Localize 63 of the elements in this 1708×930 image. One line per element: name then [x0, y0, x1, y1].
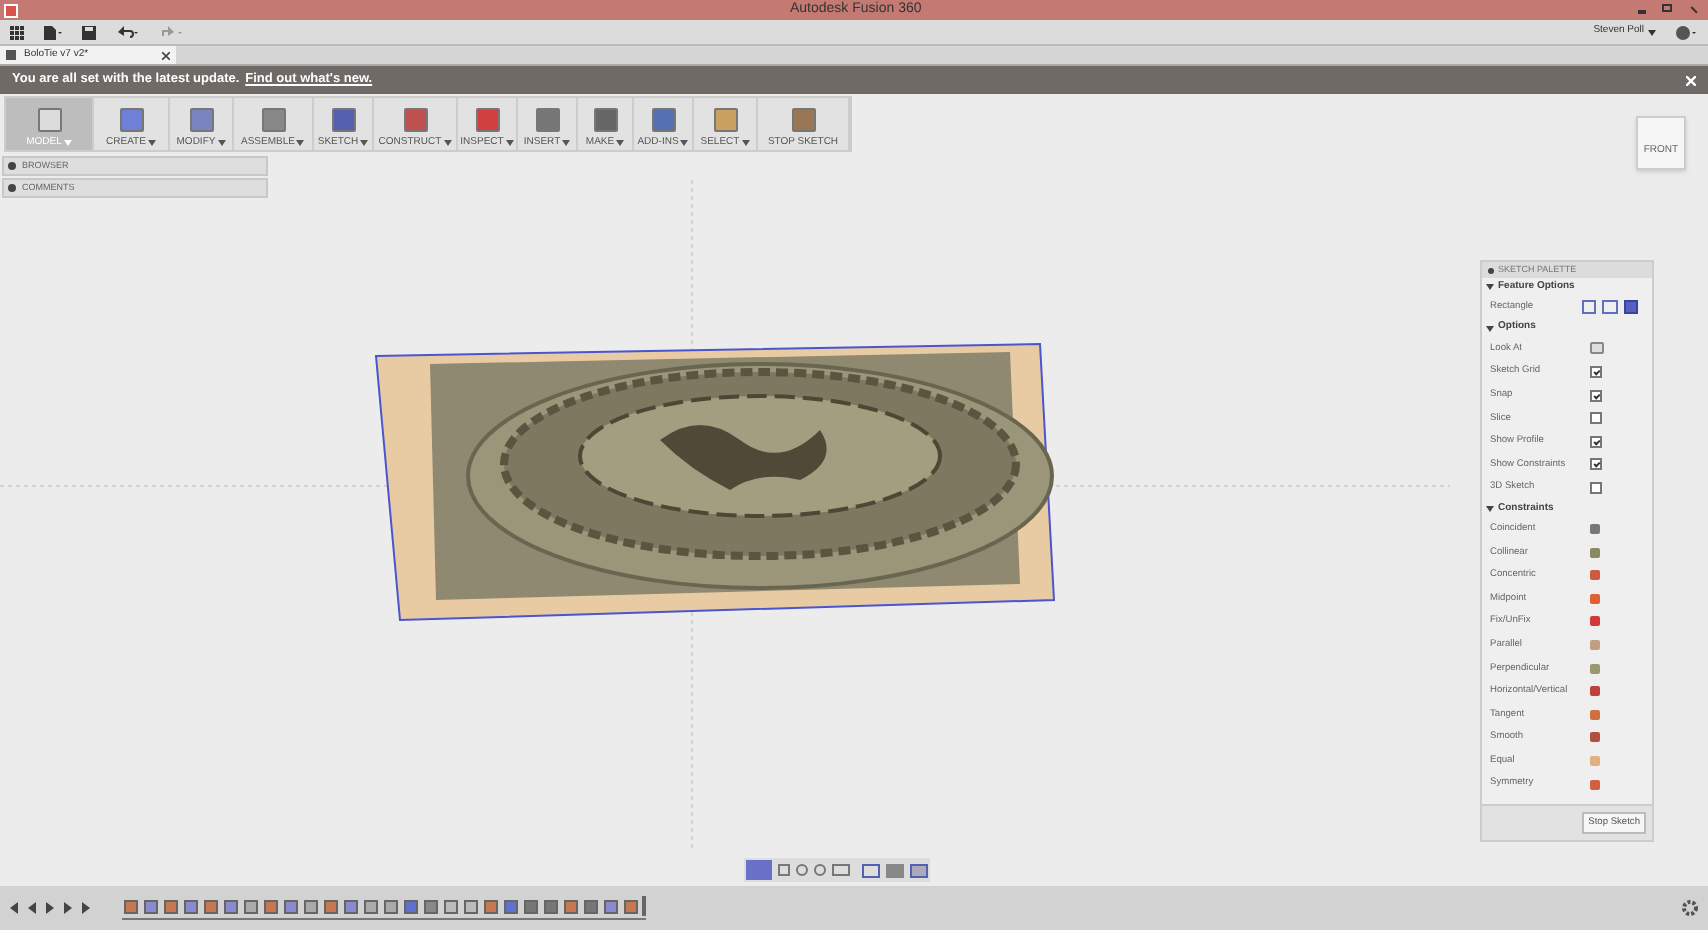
caret-icon[interactable] [616, 139, 625, 145]
timeline-marker-icon[interactable] [642, 896, 646, 916]
toolbar-tool-icon [593, 108, 617, 132]
toolbar-tool-icon [791, 108, 815, 132]
checkbox[interactable] [1590, 412, 1602, 425]
constraint-icon[interactable] [1590, 779, 1600, 790]
constraint-icon[interactable] [1590, 547, 1600, 558]
constraint-icon[interactable] [1590, 686, 1600, 697]
toolbar-tool-icon [261, 108, 285, 132]
undo-icon[interactable] [116, 25, 140, 39]
toolbar-tool-icon [331, 108, 355, 132]
toolbar-tool-icon [37, 108, 61, 132]
gear-icon [1488, 267, 1494, 273]
caret-icon[interactable] [505, 139, 514, 145]
caret-icon[interactable] [1486, 284, 1494, 290]
checkbox[interactable] [1590, 481, 1602, 494]
constraint-icon[interactable] [1590, 570, 1600, 581]
gear-icon [8, 162, 16, 170]
toolbar-tool-icon [535, 108, 559, 132]
caret-icon[interactable] [296, 139, 305, 145]
skip-start-icon[interactable] [10, 902, 18, 914]
play-icon[interactable] [64, 902, 72, 914]
caret-icon[interactable] [147, 139, 156, 145]
caret-icon[interactable] [1486, 325, 1494, 332]
toolbar-tool-icon [651, 108, 675, 132]
checkbox[interactable] [1590, 435, 1602, 448]
toolbar-tool-icon [189, 108, 213, 132]
document-icon [6, 50, 16, 60]
rectangle-type-icon[interactable] [1623, 300, 1638, 315]
constraint-icon[interactable] [1590, 593, 1600, 604]
caret-icon[interactable] [562, 139, 571, 145]
play-back-icon[interactable] [46, 902, 54, 914]
caret-icon[interactable] [443, 139, 452, 145]
constraint-icon[interactable] [1590, 732, 1600, 743]
constraint-icon[interactable] [1590, 524, 1600, 535]
rectangle-type-icon[interactable] [1602, 300, 1618, 315]
rectangle-type-icon[interactable] [1581, 300, 1597, 315]
maximize-icon[interactable] [1662, 4, 1672, 12]
app-logo-icon [4, 3, 18, 17]
caret-icon[interactable] [680, 139, 689, 145]
caret-icon[interactable] [741, 139, 750, 145]
step-back-icon[interactable] [28, 902, 36, 914]
gear-icon [8, 184, 16, 192]
caret-icon[interactable] [217, 139, 226, 145]
toolbar-tool-icon [119, 108, 143, 132]
caret-icon[interactable] [1486, 505, 1494, 512]
checkbox[interactable] [1590, 365, 1602, 378]
save-icon[interactable] [82, 25, 96, 39]
constraint-icon[interactable] [1590, 640, 1600, 651]
toolbar-tool-icon [403, 108, 427, 132]
settings-icon[interactable] [1682, 900, 1698, 916]
file-icon[interactable] [44, 25, 62, 39]
skip-end-icon[interactable] [82, 902, 90, 914]
checkbox[interactable] [1590, 458, 1602, 471]
caret-icon[interactable] [1648, 29, 1656, 35]
constraint-icon[interactable] [1590, 663, 1600, 674]
checkbox[interactable] [1590, 389, 1602, 402]
toolbar-tool-icon [475, 108, 499, 132]
constraint-icon[interactable] [1590, 709, 1600, 720]
caret-icon[interactable] [360, 139, 369, 145]
apps-grid-icon[interactable] [10, 25, 24, 39]
toolbar-tool-icon [713, 108, 737, 132]
constraint-icon[interactable] [1590, 616, 1600, 627]
